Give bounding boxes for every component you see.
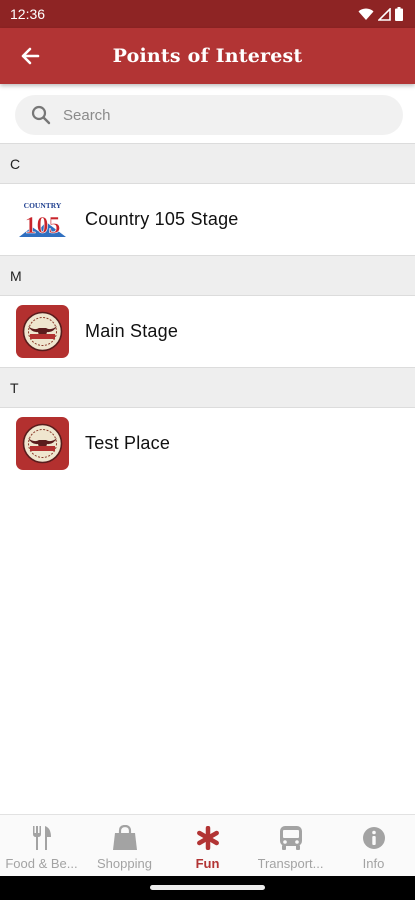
bottom-nav: Food & Be... Shopping Fun Transport... I…: [0, 814, 415, 876]
logo-text-main: 105: [25, 213, 61, 239]
page-title: Points of Interest: [112, 45, 303, 67]
fork-knife-icon: [30, 825, 54, 851]
status-time: 12:36: [10, 6, 46, 22]
nav-item-info[interactable]: Info: [332, 815, 415, 876]
section-letter: T: [10, 379, 19, 396]
nav-item-food[interactable]: Food & Be...: [0, 815, 83, 876]
list-item-label: Country 105 Stage: [85, 209, 239, 229]
bus-icon: [279, 825, 303, 851]
nav-item-fun[interactable]: Fun: [166, 815, 249, 876]
info-icon: [362, 825, 386, 851]
logo-text-top: COUNTRY: [24, 201, 62, 210]
status-icons: [358, 7, 403, 21]
app-bar: Points of Interest: [0, 28, 415, 84]
nav-label: Transport...: [257, 856, 324, 871]
list-item-label: Main Stage: [85, 321, 179, 341]
cell-signal-icon: [378, 7, 391, 21]
longhorn-badge-icon: [16, 417, 69, 470]
list-item-label: Test Place: [85, 433, 171, 453]
back-button[interactable]: [14, 40, 46, 72]
nav-label: Fun: [195, 856, 220, 871]
nav-item-transport[interactable]: Transport...: [249, 815, 332, 876]
list-item-test-place[interactable]: Test Place: [0, 408, 415, 479]
search-icon: [31, 105, 51, 125]
nav-label: Food & Be...: [5, 856, 78, 871]
nav-label: Info: [362, 856, 385, 871]
home-gesture-handle[interactable]: [150, 885, 265, 890]
wifi-icon: [358, 8, 374, 20]
country-105-logo: COUNTRY 105: [16, 193, 69, 246]
longhorn-badge-icon: [16, 305, 69, 358]
arrow-left-icon: [21, 47, 40, 65]
search-bar[interactable]: [15, 95, 403, 135]
screen: 12:36 Points of Interest C COUNTRY: [0, 0, 415, 900]
nav-label: Shopping: [97, 856, 152, 871]
status-bar: 12:36: [0, 0, 415, 28]
poi-list: C COUNTRY 105 Country 105 Stage M Main S…: [0, 143, 415, 479]
battery-icon: [395, 7, 403, 21]
search-input[interactable]: [63, 106, 363, 124]
section-header-t: T: [0, 367, 415, 408]
nav-item-shopping[interactable]: Shopping: [83, 815, 166, 876]
section-header-c: C: [0, 143, 415, 184]
shopping-bag-icon: [112, 825, 138, 851]
list-item-main-stage[interactable]: Main Stage: [0, 296, 415, 367]
section-header-m: M: [0, 255, 415, 296]
section-letter: M: [10, 267, 22, 284]
list-item-country-105-stage[interactable]: COUNTRY 105 Country 105 Stage: [0, 184, 415, 255]
section-letter: C: [10, 155, 21, 172]
asterisk-icon: [196, 825, 220, 851]
gesture-bar: [0, 876, 415, 900]
